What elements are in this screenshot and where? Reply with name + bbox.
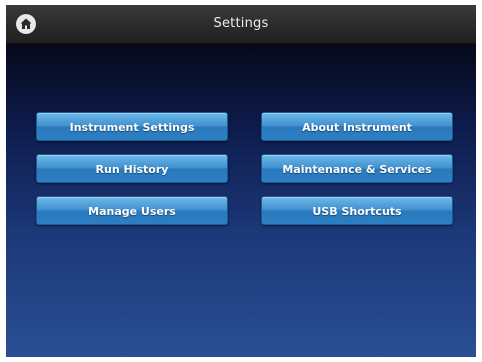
manage-users-button[interactable]: Manage Users [36, 196, 228, 225]
usb-shortcuts-button[interactable]: USB Shortcuts [261, 196, 453, 225]
instrument-settings-button[interactable]: Instrument Settings [36, 112, 228, 141]
title-bar: Settings [6, 5, 476, 44]
device-screen: Settings Instrument Settings Run History… [6, 5, 476, 357]
maintenance-services-button[interactable]: Maintenance & Services [261, 154, 453, 183]
about-instrument-button[interactable]: About Instrument [261, 112, 453, 141]
page-title: Settings [213, 16, 269, 31]
settings-menu: Instrument Settings Run History Manage U… [6, 44, 476, 357]
run-history-button[interactable]: Run History [36, 154, 228, 183]
